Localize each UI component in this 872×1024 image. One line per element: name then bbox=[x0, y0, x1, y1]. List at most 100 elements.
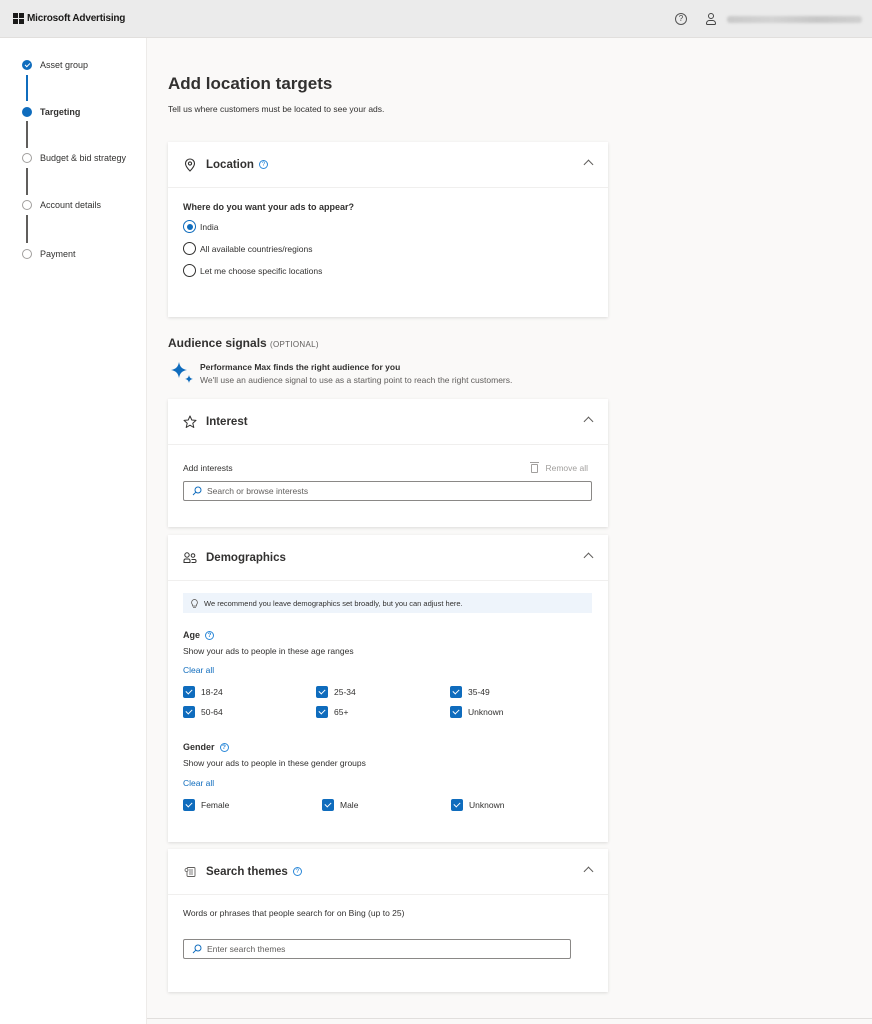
checkbox-checked-icon[interactable] bbox=[183, 686, 195, 698]
age-checkbox-unknown[interactable]: Unknown bbox=[450, 706, 503, 718]
checkbox-label: Unknown bbox=[468, 707, 504, 717]
age-clear-all-link[interactable]: Clear all bbox=[183, 665, 214, 675]
tip-text: We recommend you leave demographics set … bbox=[204, 598, 463, 608]
radio-button[interactable] bbox=[183, 220, 196, 233]
demographics-title: Demographics bbox=[206, 551, 286, 564]
help-icon[interactable]: ? bbox=[292, 867, 302, 876]
search-themes-card-header[interactable]: Search themes ? bbox=[168, 849, 608, 895]
radio-button[interactable] bbox=[183, 242, 196, 255]
radio-india[interactable]: India bbox=[183, 220, 218, 233]
add-interests-label: Add interests bbox=[183, 463, 233, 473]
chevron-up-icon[interactable] bbox=[583, 416, 594, 427]
step-connector bbox=[26, 121, 28, 148]
interest-title: Interest bbox=[206, 415, 248, 428]
location-card-header[interactable]: Location ? bbox=[168, 142, 608, 188]
user-email-redacted[interactable] bbox=[727, 15, 862, 23]
radio-label: India bbox=[200, 221, 219, 232]
gender-label: Gender ? bbox=[183, 742, 229, 752]
pending-step-dot-icon bbox=[22, 200, 32, 210]
search-themes-description: Words or phrases that people search for … bbox=[183, 908, 405, 918]
microsoft-logo-icon bbox=[13, 13, 24, 24]
checkbox-checked-icon[interactable] bbox=[450, 706, 462, 718]
radio-label: Let me choose specific locations bbox=[200, 265, 323, 276]
step-connector bbox=[26, 215, 28, 243]
gender-label-text: Gender bbox=[183, 742, 215, 752]
age-checkbox-25-34[interactable]: 25-34 bbox=[316, 686, 356, 698]
radio-label: All available countries/regions bbox=[200, 243, 313, 254]
age-checkbox-35-49[interactable]: 35-49 bbox=[450, 686, 490, 698]
gender-checkbox-unknown[interactable]: Unknown bbox=[451, 799, 504, 811]
help-icon[interactable]: ? bbox=[675, 13, 687, 25]
chevron-up-icon[interactable] bbox=[583, 159, 594, 170]
demographics-card-header[interactable]: Demographics bbox=[168, 535, 608, 581]
age-checkbox-18-24[interactable]: 18-24 bbox=[183, 686, 223, 698]
checkbox-label: 35-49 bbox=[468, 687, 490, 697]
search-themes-input[interactable] bbox=[207, 944, 570, 954]
help-icon[interactable]: ? bbox=[258, 160, 268, 169]
checkbox-label: Male bbox=[340, 800, 359, 810]
optional-tag: (OPTIONAL) bbox=[270, 340, 319, 349]
chevron-up-icon[interactable] bbox=[583, 552, 594, 563]
checkbox-checked-icon[interactable] bbox=[183, 706, 195, 718]
checkbox-checked-icon[interactable] bbox=[450, 686, 462, 698]
age-description: Show your ads to people in these age ran… bbox=[183, 646, 354, 656]
search-themes-box[interactable] bbox=[183, 939, 571, 959]
step-label: Asset group bbox=[40, 60, 89, 70]
step-targeting[interactable]: Targeting bbox=[22, 107, 80, 117]
checkbox-checked-icon[interactable] bbox=[451, 799, 463, 811]
search-icon bbox=[192, 944, 202, 954]
age-checkbox-50-64[interactable]: 50-64 bbox=[183, 706, 223, 718]
checkbox-checked-icon[interactable] bbox=[316, 686, 328, 698]
age-label-text: Age bbox=[183, 630, 201, 640]
radio-button[interactable] bbox=[183, 264, 196, 277]
gender-clear-all-link[interactable]: Clear all bbox=[183, 778, 214, 788]
search-icon bbox=[192, 486, 202, 496]
search-themes-card: Search themes ? Words or phrases that pe… bbox=[168, 849, 608, 992]
lightbulb-icon bbox=[191, 598, 198, 608]
step-asset-group[interactable]: Asset group bbox=[22, 60, 88, 70]
step-label: Payment bbox=[40, 249, 76, 259]
interest-search-input[interactable] bbox=[207, 486, 591, 496]
checkbox-label: 65+ bbox=[334, 707, 349, 717]
sparkle-icon bbox=[171, 362, 193, 383]
remove-all-button[interactable]: Remove all bbox=[530, 461, 588, 473]
location-card: Location ? Where do you want your ads to… bbox=[168, 142, 608, 317]
radio-specific-locations[interactable]: Let me choose specific locations bbox=[183, 264, 322, 277]
remove-all-label: Remove all bbox=[545, 463, 588, 473]
current-step-dot-icon bbox=[22, 107, 32, 117]
step-budget-bid-strategy[interactable]: Budget & bid strategy bbox=[22, 153, 126, 163]
location-pin-icon bbox=[183, 157, 197, 172]
page-title: Add location targets bbox=[168, 74, 333, 93]
age-label: Age ? bbox=[183, 630, 215, 640]
interest-card-header[interactable]: Interest bbox=[168, 399, 608, 445]
step-label: Targeting bbox=[40, 107, 81, 117]
radio-all-countries[interactable]: All available countries/regions bbox=[183, 242, 312, 255]
step-payment[interactable]: Payment bbox=[22, 249, 76, 259]
demographics-card: Demographics We recommend you leave demo… bbox=[168, 535, 608, 842]
star-icon bbox=[183, 415, 197, 429]
checkbox-label: 50-64 bbox=[201, 707, 223, 717]
page-subtitle: Tell us where customers must be located … bbox=[168, 104, 385, 114]
checkbox-checked-icon[interactable] bbox=[316, 706, 328, 718]
help-icon[interactable]: ? bbox=[219, 742, 229, 752]
audience-signals-heading: Audience signals (OPTIONAL) bbox=[168, 336, 319, 350]
age-checkbox-65-plus[interactable]: 65+ bbox=[316, 706, 348, 718]
checkbox-checked-icon[interactable] bbox=[183, 799, 195, 811]
pm-subtitle: We'll use an audience signal to use as a… bbox=[200, 375, 513, 385]
chevron-up-icon[interactable] bbox=[583, 866, 594, 877]
step-label: Budget & bid strategy bbox=[40, 153, 127, 163]
gender-checkbox-male[interactable]: Male bbox=[322, 799, 358, 811]
audience-title: Audience signals bbox=[168, 336, 267, 350]
gender-checkbox-female[interactable]: Female bbox=[183, 799, 229, 811]
checkbox-checked-icon[interactable] bbox=[322, 799, 334, 811]
user-icon[interactable] bbox=[705, 12, 717, 26]
checkbox-label: Unknown bbox=[469, 800, 505, 810]
help-icon[interactable]: ? bbox=[205, 630, 215, 640]
brand[interactable]: Microsoft Advertising bbox=[13, 13, 125, 24]
step-connector bbox=[26, 75, 28, 101]
step-label: Account details bbox=[40, 200, 102, 210]
checkbox-label: 25-34 bbox=[334, 687, 356, 697]
wizard-stepper: Asset group Targeting Budget & bid strat… bbox=[0, 38, 147, 1024]
interest-search-box[interactable] bbox=[183, 481, 592, 501]
step-account-details[interactable]: Account details bbox=[22, 200, 101, 210]
